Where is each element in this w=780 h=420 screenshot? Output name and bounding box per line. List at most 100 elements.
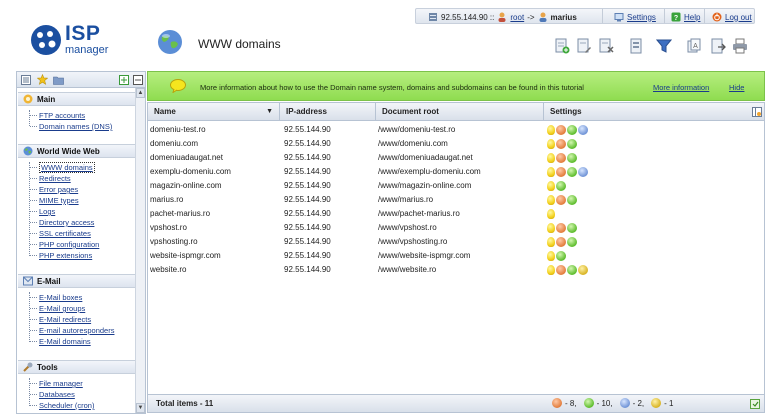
scroll-down-button[interactable]: ▼ <box>136 403 145 413</box>
sidebar-item-directory-access[interactable]: Directory access <box>29 217 94 228</box>
column-header-ip[interactable]: IP-address <box>280 103 376 120</box>
document-root-cell: /www/domeniuadaugat.net <box>378 153 473 162</box>
domain-name-cell[interactable]: domeniu.com <box>148 137 198 151</box>
column-config-icon[interactable] <box>752 107 762 117</box>
total-items: Total items - 11 <box>156 399 214 408</box>
collapse-all-icon[interactable] <box>133 75 143 85</box>
column-header-document-root[interactable]: Document root <box>376 103 544 120</box>
copy-icon[interactable]: A <box>686 38 702 54</box>
php-icon <box>556 125 566 135</box>
logout-link[interactable]: Log out <box>725 13 752 22</box>
ssi-icon <box>578 265 588 275</box>
logout-link-group[interactable]: Log out <box>712 11 752 23</box>
table-row[interactable]: magazin-online.com 92.55.144.90/www/magaz… <box>148 179 764 193</box>
table-row[interactable]: domeniuadaugat.net 92.55.144.90/www/domen… <box>148 151 764 165</box>
domain-name-cell[interactable]: website.ro <box>148 263 186 277</box>
table-footer: Total items - 11 - 8, - 10, - 2, - 1 <box>148 394 764 412</box>
lightbulb-icon <box>547 209 555 219</box>
sidebar-item-ssl-certificates[interactable]: SSL certificates <box>29 228 91 239</box>
server-info: 92.55.144.90 :: root -> marius <box>428 11 577 23</box>
table-row[interactable]: pachet-marius.ro 92.55.144.90/www/pachet-… <box>148 207 764 221</box>
sidebar-item-email-domains[interactable]: E-Mail domains <box>29 336 91 347</box>
domain-name-cell[interactable]: pachet-marius.ro <box>148 207 210 221</box>
hide-banner-link[interactable]: Hide <box>729 83 744 92</box>
ip-address-cell: 92.55.144.90 <box>284 237 331 246</box>
properties-icon[interactable] <box>628 38 644 54</box>
help-link-group[interactable]: ? Help <box>671 11 700 23</box>
edit-domain-icon[interactable] <box>576 38 592 54</box>
table-row[interactable]: website-ispmgr.com 92.55.144.90/www/websi… <box>148 249 764 263</box>
domain-name-cell[interactable]: domeniuadaugat.net <box>148 151 223 165</box>
sidebar-item-logs[interactable]: Logs <box>29 206 55 217</box>
tools-group-icon <box>23 362 33 372</box>
domain-name-cell[interactable]: website-ispmgr.com <box>148 249 221 263</box>
sidebar-item-scheduler[interactable]: Scheduler (cron) <box>29 400 94 411</box>
delete-domain-icon[interactable] <box>598 38 614 54</box>
banner-text: More information about how to use the Do… <box>200 83 584 92</box>
php-icon <box>556 139 566 149</box>
sidebar-item-file-manager[interactable]: File manager <box>29 378 83 389</box>
export-icon[interactable] <box>710 38 726 54</box>
folder-icon[interactable] <box>53 75 64 85</box>
domain-name-cell[interactable]: vpshost.ro <box>148 221 187 235</box>
lightbulb-icon <box>547 125 555 135</box>
cgi-icon <box>556 251 566 261</box>
table-row[interactable]: exemplu-domeniu.com 92.55.144.90/www/exem… <box>148 165 764 179</box>
settings-link-group[interactable]: Settings <box>614 11 656 23</box>
table-row[interactable]: website.ro 92.55.144.90/www/website.ro <box>148 263 764 277</box>
domain-name-cell[interactable]: vpshosting.ro <box>148 235 198 249</box>
sidebar-item-domain-names[interactable]: Domain names (DNS) <box>29 121 112 132</box>
ip-text: 92.55.144.90 :: <box>441 12 495 22</box>
domain-name-cell[interactable]: domeniu-test.ro <box>148 123 206 137</box>
sidebar-item-mime-types[interactable]: MIME types <box>29 195 79 206</box>
favorites-star-icon[interactable] <box>37 74 48 85</box>
sidebar-item-www-domains[interactable]: WWW domains <box>29 162 95 173</box>
filter-icon[interactable] <box>656 38 672 54</box>
table-row[interactable]: domeniu-test.ro 92.55.144.90/www/domeniu-… <box>148 123 764 137</box>
group-title: World Wide Web <box>37 146 100 156</box>
tree-view-icon[interactable] <box>21 75 31 85</box>
sidebar-group-tools[interactable]: Tools <box>18 360 135 374</box>
document-root-cell: /www/pachet-marius.ro <box>378 209 460 218</box>
cgi-icon <box>567 265 577 275</box>
column-header-settings[interactable]: Settings <box>544 103 764 120</box>
refresh-icon[interactable] <box>750 399 760 409</box>
domain-name-cell[interactable]: marius.ro <box>148 193 183 207</box>
sidebar-item-email-redirects[interactable]: E-Mail redirects <box>29 314 91 325</box>
php-icon <box>552 398 562 408</box>
sidebar-group-www[interactable]: World Wide Web <box>18 144 135 158</box>
sidebar-item-email-boxes[interactable]: E-Mail boxes <box>29 292 82 303</box>
table-row[interactable]: domeniu.com 92.55.144.90/www/domeniu.com <box>148 137 764 151</box>
sidebar-item-error-pages[interactable]: Error pages <box>29 184 78 195</box>
ip-address-cell: 92.55.144.90 <box>284 265 331 274</box>
print-icon[interactable] <box>732 38 748 54</box>
sidebar-group-email[interactable]: E-Mail <box>18 274 135 288</box>
sidebar-group-main[interactable]: Main <box>18 92 135 106</box>
column-header-name[interactable]: Name ▼ <box>148 103 280 120</box>
ip-address-cell: 92.55.144.90 <box>284 153 331 162</box>
sidebar-item-ftp-accounts[interactable]: FTP accounts <box>29 110 85 121</box>
sidebar-item-email-groups[interactable]: E-Mail groups <box>29 303 85 314</box>
table-row[interactable]: vpshosting.ro 92.55.144.90/www/vpshosting… <box>148 235 764 249</box>
domain-name-cell[interactable]: exemplu-domeniu.com <box>148 165 231 179</box>
group-title: E-Mail <box>37 276 61 286</box>
table-row[interactable]: vpshost.ro 92.55.144.90/www/vpshost.ro <box>148 221 764 235</box>
add-domain-icon[interactable] <box>554 38 570 54</box>
more-information-link[interactable]: More information <box>653 83 709 92</box>
sidebar-item-databases[interactable]: Databases <box>29 389 75 400</box>
expand-all-icon[interactable] <box>119 75 129 85</box>
lightbulb-icon <box>547 237 555 247</box>
help-link[interactable]: Help <box>684 13 700 22</box>
sidebar-item-redirects[interactable]: Redirects <box>29 173 71 184</box>
table-row[interactable]: marius.ro 92.55.144.90/www/marius.ro <box>148 193 764 207</box>
sidebar-item-email-autoresponders[interactable]: E-mail autoresponders <box>29 325 114 336</box>
domain-name-cell[interactable]: magazin-online.com <box>148 179 222 193</box>
sidebar-item-php-configuration[interactable]: PHP configuration <box>29 239 99 250</box>
sidebar-scrollbar[interactable]: ▲ ▼ <box>135 88 145 413</box>
settings-link[interactable]: Settings <box>627 13 656 22</box>
scroll-up-button[interactable]: ▲ <box>136 88 145 98</box>
user-root-link[interactable]: root <box>510 13 524 22</box>
sidebar-item-php-extensions[interactable]: PHP extensions <box>29 250 92 261</box>
cgi-icon <box>567 237 577 247</box>
document-root-cell: /www/website.ro <box>378 265 437 274</box>
